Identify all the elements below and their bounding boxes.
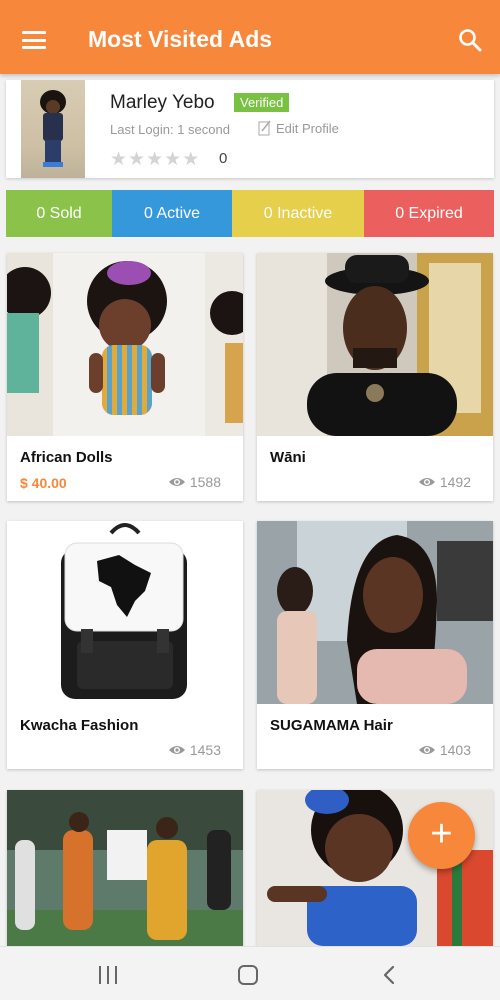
view-count: 1492: [439, 474, 471, 490]
profile-card: Marley Yebo Verified Last Login: 1 secon…: [6, 80, 494, 178]
star-rating: ★★★★★: [110, 148, 200, 171]
eye-icon: [418, 478, 435, 486]
star-icon: ★: [182, 149, 200, 170]
eye-icon: [418, 746, 435, 754]
ad-stats-bar: 0 Sold 0 Active 0 Inactive 0 Expired: [6, 190, 494, 237]
app-bar: Most Visited Ads: [0, 0, 500, 74]
star-icon: ★: [110, 149, 128, 170]
home-icon[interactable]: [238, 965, 258, 985]
recents-icon[interactable]: [99, 966, 119, 984]
search-icon[interactable]: [458, 28, 482, 52]
sold-tab[interactable]: 0 Sold: [6, 190, 112, 237]
active-tab[interactable]: 0 Active: [112, 190, 232, 237]
ad-card[interactable]: [7, 790, 243, 946]
expired-tab[interactable]: 0 Expired: [364, 190, 494, 237]
last-login-text: Last Login: 1 second: [110, 122, 230, 137]
ad-title: Kwacha Fashion: [20, 717, 139, 734]
ad-image[interactable]: [7, 521, 243, 704]
ad-card[interactable]: African Dolls $ 40.00 1588: [7, 253, 243, 501]
ad-views: 1588: [168, 474, 221, 490]
ad-card[interactable]: SUGAMAMA Hair 1403: [257, 521, 493, 769]
edit-icon: [258, 120, 271, 136]
ad-title: Wāni: [270, 449, 306, 466]
profile-name: Marley Yebo: [110, 92, 215, 113]
ad-card[interactable]: Kwacha Fashion 1453: [7, 521, 243, 769]
ad-card[interactable]: Wāni 1492: [257, 253, 493, 501]
ad-image[interactable]: [257, 253, 493, 436]
ad-image[interactable]: [257, 521, 493, 704]
add-ad-button[interactable]: +: [408, 802, 475, 869]
verified-badge: Verified: [234, 93, 290, 112]
ad-image[interactable]: [7, 253, 243, 436]
view-count: 1588: [189, 474, 221, 490]
ad-title: African Dolls: [20, 449, 113, 466]
star-icon: ★: [146, 149, 164, 170]
edit-profile-link[interactable]: Edit Profile: [258, 120, 339, 136]
page-title: Most Visited Ads: [88, 26, 273, 52]
view-count: 1453: [189, 742, 221, 758]
ad-views: 1492: [418, 474, 471, 490]
star-icon: ★: [128, 149, 146, 170]
eye-icon: [168, 746, 185, 754]
view-count: 1403: [439, 742, 471, 758]
back-icon[interactable]: [378, 964, 400, 986]
system-nav-bar: [0, 946, 500, 1000]
eye-icon: [168, 478, 185, 486]
ad-image[interactable]: [7, 790, 243, 946]
ad-price: $ 40.00: [20, 475, 67, 491]
ad-title: SUGAMAMA Hair: [270, 717, 393, 734]
hamburger-menu-icon[interactable]: [22, 31, 46, 49]
ad-views: 1403: [418, 742, 471, 758]
edit-profile-label: Edit Profile: [276, 121, 339, 136]
inactive-tab[interactable]: 0 Inactive: [232, 190, 364, 237]
ad-views: 1453: [168, 742, 221, 758]
rating-count: 0: [219, 150, 228, 167]
avatar[interactable]: [21, 80, 85, 178]
star-icon: ★: [164, 149, 182, 170]
